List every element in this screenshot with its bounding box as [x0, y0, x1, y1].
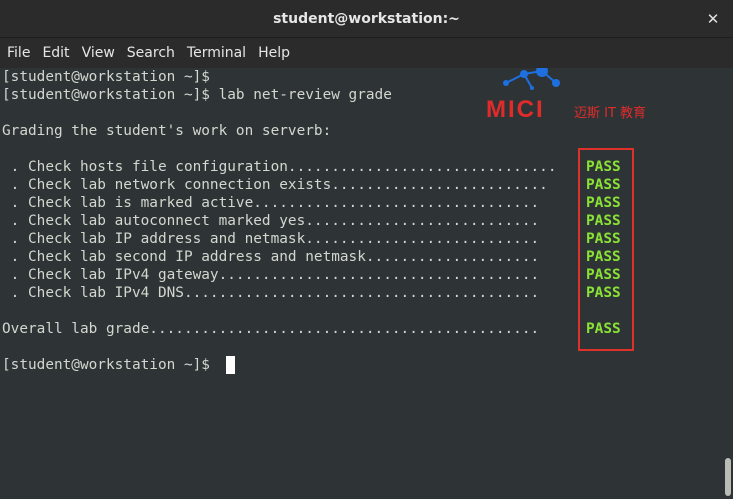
check-line: . Check lab autoconnect marked yes......…	[2, 213, 540, 229]
window-title: student@workstation:~	[273, 10, 460, 27]
terminal-window: student@workstation:~ ✕ File Edit View S…	[0, 0, 733, 499]
title-bar[interactable]: student@workstation:~ ✕	[0, 0, 733, 38]
menu-terminal[interactable]: Terminal	[181, 38, 252, 68]
check-line: . Check hosts file configuration........…	[2, 159, 557, 175]
close-icon[interactable]: ✕	[703, 9, 723, 29]
overall-grade-line: Overall lab grade.......................…	[2, 321, 540, 337]
menu-bar: File Edit View Search Terminal Help	[0, 38, 733, 68]
check-line: . Check lab IP address and netmask......…	[2, 231, 540, 247]
check-line: . Check lab IPv4 gateway................…	[2, 267, 540, 283]
menu-view[interactable]: View	[76, 38, 121, 68]
text-cursor	[226, 356, 235, 374]
menu-edit[interactable]: Edit	[36, 38, 75, 68]
terminal-line: [student@workstation ~]$	[2, 69, 210, 85]
terminal-output[interactable]: [student@workstation ~]$ [student@workst…	[0, 68, 722, 499]
terminal-line: Grading the student's work on serverb:	[2, 123, 332, 139]
menu-help[interactable]: Help	[252, 38, 296, 68]
watermark-subtitle: 迈斯 IT 教育	[574, 106, 647, 121]
menu-search[interactable]: Search	[121, 38, 181, 68]
scrollbar-thumb[interactable]	[725, 458, 731, 496]
prompt-line: [student@workstation ~]$	[2, 357, 219, 373]
scrollbar[interactable]	[722, 68, 733, 499]
check-line: . Check lab network connection exists...…	[2, 177, 548, 193]
check-line: . Check lab is marked active............…	[2, 195, 540, 211]
watermark-brand: MICI	[486, 96, 545, 123]
terminal-line: [student@workstation ~]$ lab net-review …	[2, 87, 392, 103]
check-line: . Check lab second IP address and netmas…	[2, 249, 540, 265]
menu-file[interactable]: File	[1, 38, 36, 68]
check-line: . Check lab IPv4 DNS....................…	[2, 285, 540, 301]
pass-highlight-box	[578, 148, 634, 351]
